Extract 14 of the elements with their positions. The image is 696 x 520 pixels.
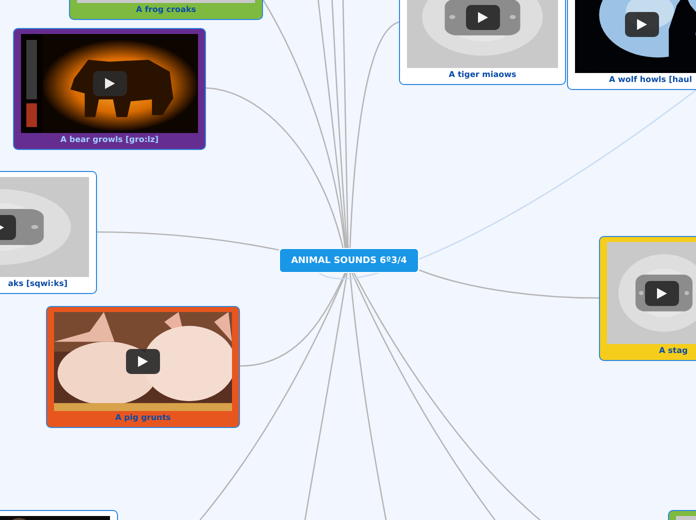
central-topic[interactable]: ANIMAL SOUNDS 6º3/4 bbox=[279, 248, 419, 273]
topic-label: A tiger miaows bbox=[448, 69, 518, 81]
topic-label: A bear growls [gro:lz] bbox=[59, 134, 160, 146]
topic-card[interactable]: aks [sqwi:ks] bbox=[0, 171, 97, 294]
topic-card[interactable]: A frog croaks bbox=[69, 0, 263, 20]
topic-label: A frog croaks bbox=[134, 4, 198, 16]
topic-card[interactable]: A tiger miaows bbox=[399, 0, 566, 85]
topic-card[interactable]: A bear growls [gro:lz] bbox=[13, 28, 206, 150]
topic-card[interactable]: A wolf howls [haul bbox=[567, 0, 696, 90]
topic-card[interactable]: A stag bbox=[599, 236, 696, 361]
topic-label: A stag bbox=[658, 345, 689, 357]
topic-label: A wolf howls [haul bbox=[608, 74, 693, 86]
topic-label: aks [sqwi:ks] bbox=[7, 278, 68, 290]
topic-label: A pig grunts bbox=[114, 412, 172, 424]
